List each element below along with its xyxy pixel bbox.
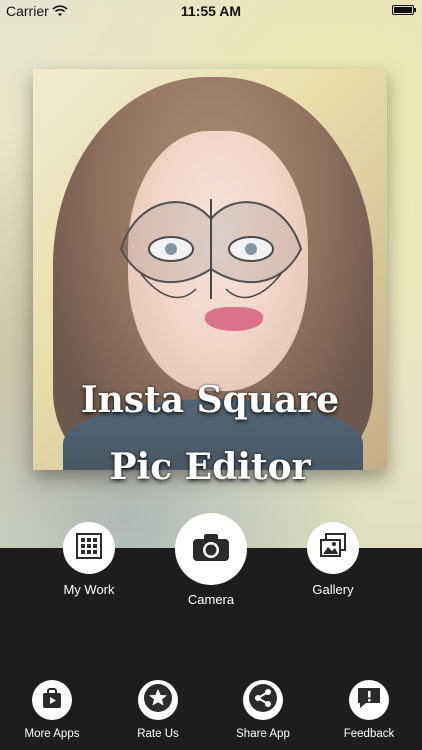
battery-icon xyxy=(392,5,416,15)
status-bar: Carrier 11:55 AM xyxy=(0,0,422,22)
gallery-button[interactable] xyxy=(307,522,359,574)
more-apps-label: More Apps xyxy=(24,728,80,740)
gallery-icon xyxy=(319,532,347,564)
share-icon xyxy=(248,683,278,718)
camera-button[interactable] xyxy=(175,513,247,585)
app-title-line2: Pic Editor xyxy=(109,446,311,488)
gallery-label: Gallery xyxy=(312,582,354,597)
share-app-label: Share App xyxy=(236,728,290,740)
star-icon xyxy=(143,683,173,718)
feedback-circle xyxy=(349,680,389,720)
share-app-button[interactable]: Share App xyxy=(218,680,308,740)
rate-us-label: Rate Us xyxy=(137,728,179,740)
camera-icon xyxy=(191,531,231,568)
status-time: 11:55 AM xyxy=(180,3,242,19)
feedback-icon xyxy=(356,686,382,715)
rate-us-button[interactable]: Rate Us xyxy=(113,680,203,740)
my-work-label: My Work xyxy=(63,582,115,597)
more-apps-button[interactable]: More Apps xyxy=(7,680,97,740)
rate-us-circle xyxy=(138,680,178,720)
camera-label: Camera xyxy=(187,592,235,607)
feedback-label: Feedback xyxy=(343,728,395,740)
my-work-button[interactable] xyxy=(63,522,115,574)
app-title-line1: Insta Square xyxy=(80,379,340,421)
feedback-button[interactable]: Feedback xyxy=(324,680,414,740)
share-app-circle xyxy=(243,680,283,720)
store-bag-icon xyxy=(41,687,63,714)
grid-icon xyxy=(76,532,102,564)
more-apps-circle xyxy=(32,680,72,720)
